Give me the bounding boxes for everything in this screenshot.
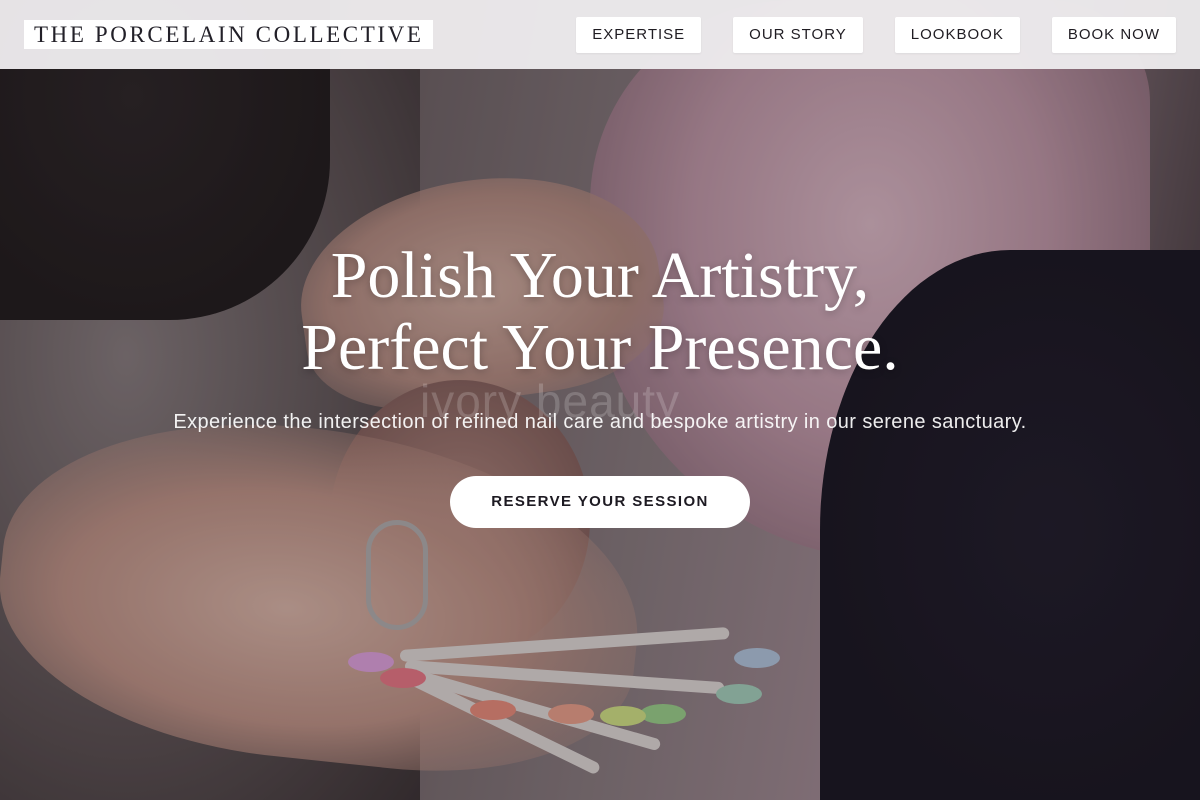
reserve-session-button[interactable]: RESERVE YOUR SESSION	[450, 476, 750, 528]
nav-our-story[interactable]: OUR STORY	[733, 16, 863, 53]
brand-logo[interactable]: THE PORCELAIN COLLECTIVE	[24, 20, 434, 49]
headline-line-1: Polish Your Artistry,	[330, 239, 870, 312]
hero-headline: Polish Your Artistry, Perfect Your Prese…	[0, 240, 1200, 384]
nav-lookbook[interactable]: LOOKBOOK	[894, 16, 1020, 53]
nav-expertise[interactable]: EXPERTISE	[576, 16, 702, 53]
nav-book-now[interactable]: BOOK NOW	[1051, 16, 1176, 53]
brand-watermark: ivory beauty	[420, 375, 681, 427]
site-header: THE PORCELAIN COLLECTIVE EXPERTISE OUR S…	[0, 0, 1200, 69]
hero-content: ivory beauty Polish Your Artistry, Perfe…	[0, 240, 1200, 528]
main-nav: EXPERTISE OUR STORY LOOKBOOK BOOK NOW	[576, 16, 1176, 53]
